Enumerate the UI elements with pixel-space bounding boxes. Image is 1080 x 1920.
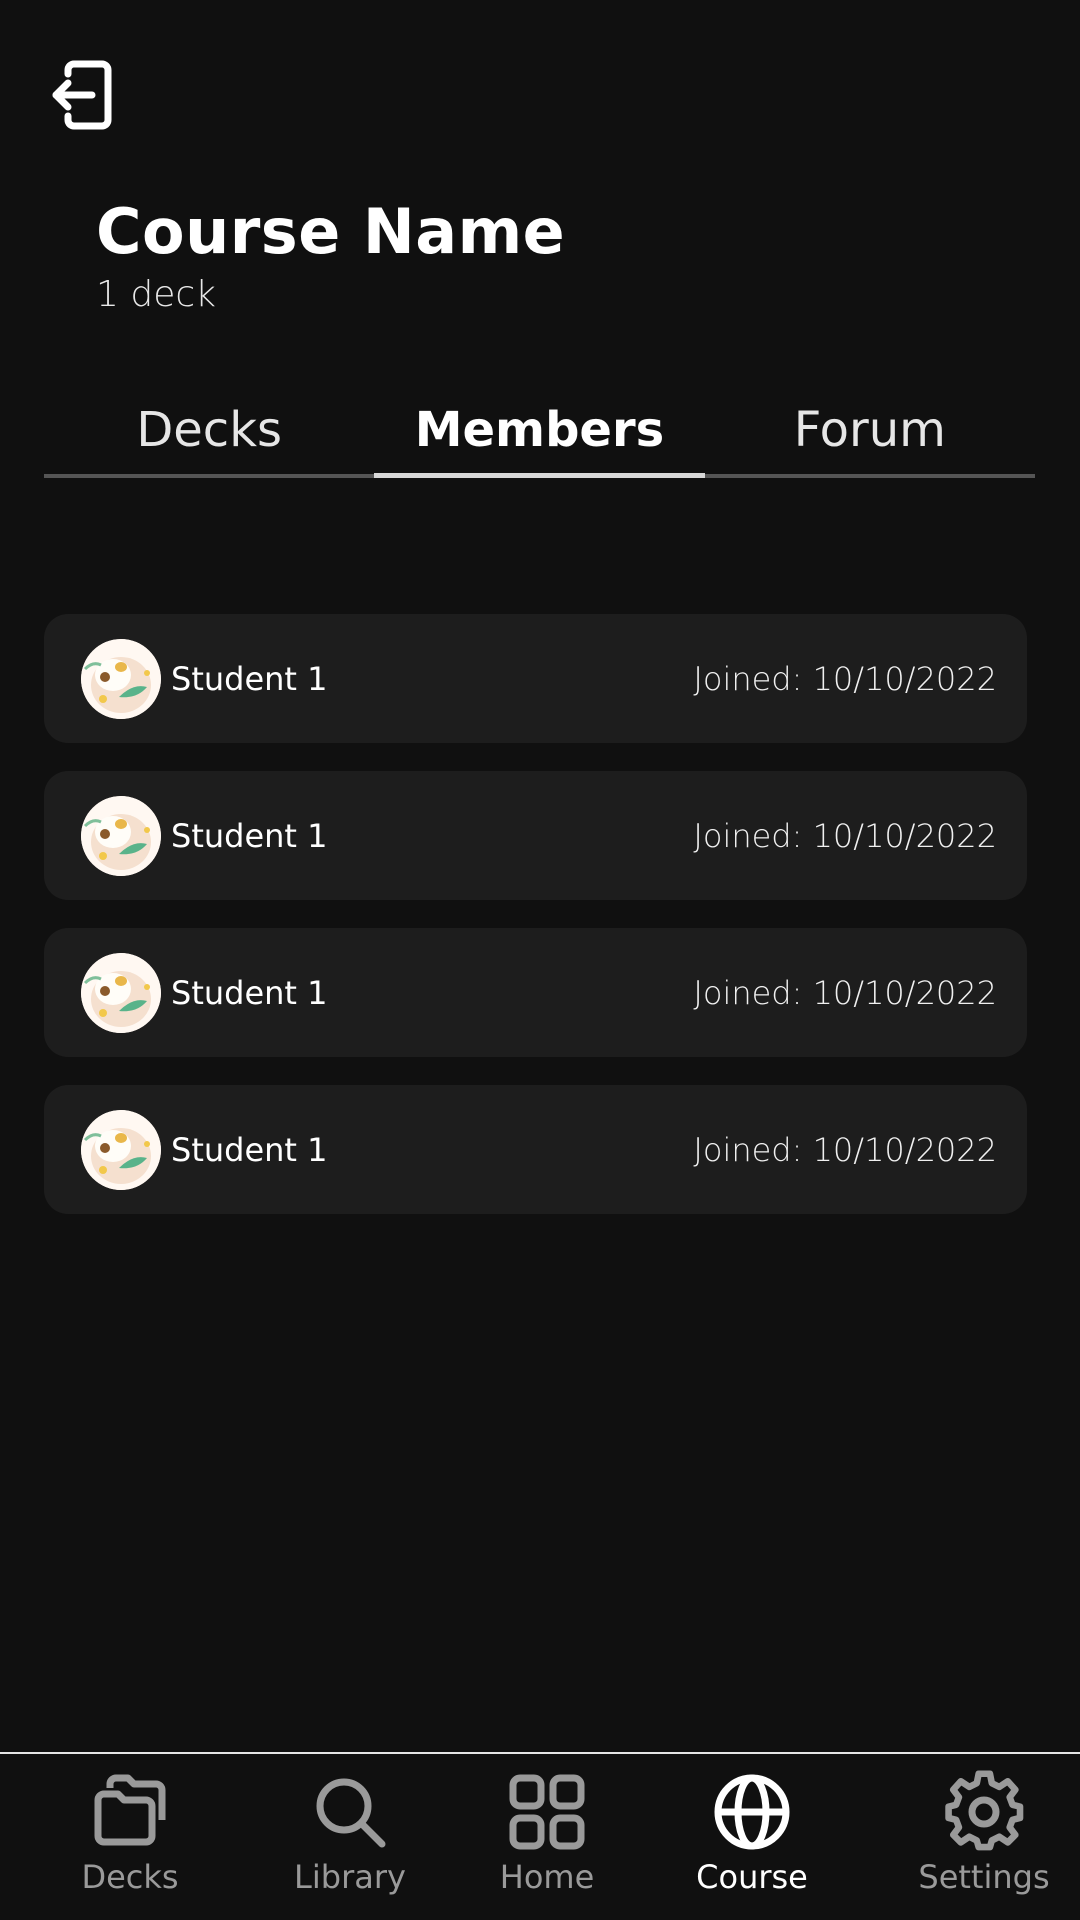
nav-label: Decks (81, 1858, 179, 1896)
owl-avatar-icon (81, 1109, 161, 1190)
member-name: Student 1 (171, 973, 328, 1012)
course-tabs: Decks Members Forum (44, 390, 1036, 478)
nav-item-library[interactable]: Library (285, 1754, 415, 1920)
course-members-screen: Course Name 1 deck Decks Members Forum S… (0, 0, 1080, 1920)
member-row[interactable]: Student 1 Joined: 10/10/2022 (44, 614, 1027, 743)
nav-item-decks[interactable]: Decks (70, 1754, 190, 1920)
exit-icon (52, 60, 112, 130)
course-header: Course Name 1 deck (96, 195, 566, 316)
owl-avatar-icon (81, 638, 161, 719)
avatar (81, 638, 161, 719)
avatar (81, 952, 161, 1033)
member-joined-date: Joined: 10/10/2022 (693, 1130, 997, 1169)
bottom-navigation: Decks Library Home Course Settings (0, 1752, 1080, 1920)
owl-avatar-icon (81, 795, 161, 876)
member-name: Student 1 (171, 816, 328, 855)
tab-forum[interactable]: Forum (704, 390, 1036, 478)
search-icon (308, 1770, 392, 1854)
folder-icon (88, 1770, 172, 1854)
member-joined-date: Joined: 10/10/2022 (693, 659, 997, 698)
exit-course-button[interactable] (50, 60, 114, 130)
page-title: Course Name (96, 195, 566, 268)
member-row[interactable]: Student 1 Joined: 10/10/2022 (44, 928, 1027, 1057)
nav-item-home[interactable]: Home (487, 1754, 607, 1920)
globe-icon (710, 1770, 794, 1854)
member-name: Student 1 (171, 1130, 328, 1169)
nav-label: Settings (918, 1858, 1050, 1896)
tab-members[interactable]: Members (374, 390, 705, 478)
grid-icon (505, 1770, 589, 1854)
member-row[interactable]: Student 1 Joined: 10/10/2022 (44, 1085, 1027, 1214)
nav-item-course[interactable]: Course (690, 1754, 814, 1920)
avatar (81, 795, 161, 876)
owl-avatar-icon (81, 952, 161, 1033)
avatar (81, 1109, 161, 1190)
member-joined-date: Joined: 10/10/2022 (693, 973, 997, 1012)
deck-count: 1 deck (96, 274, 216, 315)
members-list: Student 1 Joined: 10/10/2022 Student 1 J (44, 614, 1027, 1242)
nav-label: Home (499, 1858, 595, 1896)
member-joined-date: Joined: 10/10/2022 (693, 816, 997, 855)
gear-icon (942, 1770, 1026, 1854)
nav-item-settings[interactable]: Settings (910, 1754, 1058, 1920)
nav-label: Course (696, 1858, 808, 1896)
tab-decks[interactable]: Decks (44, 390, 375, 478)
member-row[interactable]: Student 1 Joined: 10/10/2022 (44, 771, 1027, 900)
member-name: Student 1 (171, 659, 328, 698)
nav-label: Library (294, 1858, 406, 1896)
